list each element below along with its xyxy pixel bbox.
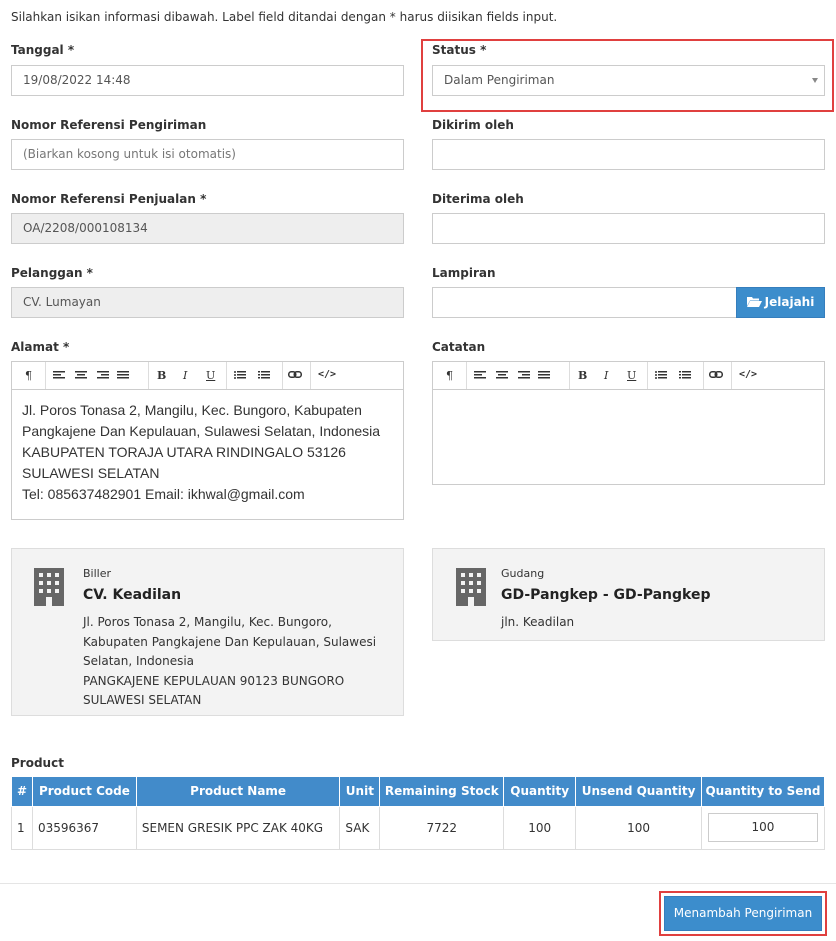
tanggal-input[interactable]: 19/08/2022 14:48 [11, 65, 404, 96]
browse-button[interactable]: Jelajahi [736, 287, 825, 318]
bold-icon[interactable]: B [578, 369, 587, 382]
browse-label: Jelajahi [764, 295, 815, 309]
biller-box: Biller CV. Keadilan Jl. Poros Tonasa 2, … [11, 548, 404, 716]
intro-text: Silahkan isikan informasi dibawah. Label… [11, 10, 558, 24]
biller-address-line: Kabupaten Pangkajene Dan Kepulauan, Sula… [83, 634, 377, 649]
status-select[interactable]: Dalam Pengiriman [432, 65, 825, 96]
row-number: 1 [11, 805, 33, 850]
align-icons[interactable] [53, 371, 129, 381]
code-view-icon[interactable]: </> [318, 369, 336, 380]
catatan-toolbar: ¶ B I U </> [433, 362, 824, 390]
dikirim-oleh-label: Dikirim oleh [432, 118, 514, 132]
code-view-icon[interactable]: </> [739, 369, 757, 380]
product-section-label: Product [11, 756, 64, 770]
biller-address-line: PANGKAJENE KEPULAUAN 90123 BUNGORO [83, 673, 345, 688]
italic-icon[interactable]: I [183, 369, 187, 382]
nomor-ref-penjualan-input: OA/2208/000108134 [11, 213, 404, 244]
remaining-stock: 7722 [379, 805, 505, 850]
quantity-to-send-cell: 100 [700, 805, 826, 850]
product-table: # Product Code Product Name Unit Remaini… [11, 777, 826, 850]
alamat-line: Jl. Poros Tonasa 2, Mangilu, Kec. Bungor… [22, 402, 362, 418]
product-unit: SAK [339, 805, 381, 850]
biller-name: CV. Keadilan [83, 587, 182, 603]
quantity-to-send-input[interactable]: 100 [707, 813, 818, 842]
chevron-down-icon [812, 78, 818, 83]
column-header: Remaining Stock [379, 777, 505, 807]
underline-icon[interactable]: U [206, 369, 215, 382]
catatan-content[interactable] [433, 390, 824, 410]
italic-icon[interactable]: I [604, 369, 608, 382]
column-header: Quantity to Send [700, 777, 826, 807]
column-header: Unit [339, 777, 381, 807]
alamat-label: Alamat * [11, 340, 70, 354]
alamat-line: KABUPATEN TORAJA UTARA RINDINGALO 53126 [22, 444, 346, 460]
biller-address-line: Selatan, Indonesia [83, 654, 195, 668]
folder-open-icon [746, 297, 762, 307]
submit-button[interactable]: Menambah Pengiriman [664, 896, 822, 931]
alamat-toolbar: ¶ B I U </> [12, 362, 403, 390]
diterima-oleh-input[interactable] [432, 213, 825, 244]
pelanggan-input: CV. Lumayan [11, 287, 404, 318]
biller-address: Jl. Poros Tonasa 2, Mangilu, Kec. Bungor… [83, 613, 376, 711]
gudang-small-label: Gudang [501, 567, 545, 580]
status-label: Status * [432, 43, 487, 57]
biller-address-line: SULAWESI SELATAN [83, 693, 202, 707]
alamat-line: SULAWESI SELATAN [22, 465, 160, 481]
biller-small-label: Biller [83, 567, 112, 580]
column-header: Quantity [503, 777, 577, 807]
align-icons[interactable] [474, 371, 550, 381]
gudang-address: jln. Keadilan [501, 615, 575, 629]
column-header: Product Name [135, 777, 341, 807]
gudang-name: GD-Pangkep - GD-Pangkep [501, 587, 711, 603]
paragraph-icon[interactable]: ¶ [446, 369, 453, 382]
list-icons[interactable] [234, 371, 274, 381]
catatan-editor[interactable]: ¶ B I U </> [432, 361, 825, 485]
list-icons[interactable] [655, 371, 695, 381]
building-icon [34, 568, 64, 606]
lampiran-input[interactable] [432, 287, 737, 318]
unsend-quantity: 100 [575, 805, 702, 850]
nomor-ref-pengiriman-label: Nomor Referensi Pengiriman [11, 118, 207, 132]
column-header: Product Code [31, 777, 137, 807]
diterima-oleh-label: Diterima oleh [432, 192, 524, 206]
underline-icon[interactable]: U [627, 369, 636, 382]
nomor-ref-pengiriman-input[interactable]: (Biarkan kosong untuk isi otomatis) [11, 139, 404, 170]
product-name: SEMEN GRESIK PPC ZAK 40KG [135, 805, 341, 850]
alamat-line: Tel: 085637482901 Email: ikhwal@gmail.co… [22, 486, 305, 502]
divider [0, 883, 836, 884]
link-icon[interactable] [709, 371, 724, 381]
gudang-box: Gudang GD-Pangkep - GD-Pangkep jln. Kead… [432, 548, 825, 641]
nomor-ref-penjualan-label: Nomor Referensi Penjualan * [11, 192, 207, 206]
link-icon[interactable] [288, 371, 303, 381]
alamat-editor[interactable]: ¶ B I U </> Jl. Poros Tonasa 2, Mangilu,… [11, 361, 404, 520]
column-header: # [11, 777, 33, 807]
product-code: 03596367 [31, 805, 137, 850]
lampiran-label: Lampiran [432, 266, 496, 280]
paragraph-icon[interactable]: ¶ [25, 369, 32, 382]
bold-icon[interactable]: B [157, 369, 166, 382]
catatan-label: Catatan [432, 340, 486, 354]
pelanggan-label: Pelanggan * [11, 266, 93, 280]
table-row: 1 03596367 SEMEN GRESIK PPC ZAK 40KG SAK… [11, 805, 826, 850]
status-selected-value: Dalam Pengiriman [444, 73, 555, 87]
building-icon [456, 568, 486, 606]
alamat-content[interactable]: Jl. Poros Tonasa 2, Mangilu, Kec. Bungor… [12, 390, 403, 515]
dikirim-oleh-input[interactable] [432, 139, 825, 170]
quantity: 100 [503, 805, 577, 850]
alamat-line: Pangkajene Dan Kepulauan, Sulawesi Selat… [22, 423, 381, 439]
tanggal-label: Tanggal * [11, 43, 75, 57]
column-header: Unsend Quantity [575, 777, 702, 807]
biller-address-line: Jl. Poros Tonasa 2, Mangilu, Kec. Bungor… [83, 615, 332, 629]
table-header-row: # Product Code Product Name Unit Remaini… [11, 777, 826, 807]
